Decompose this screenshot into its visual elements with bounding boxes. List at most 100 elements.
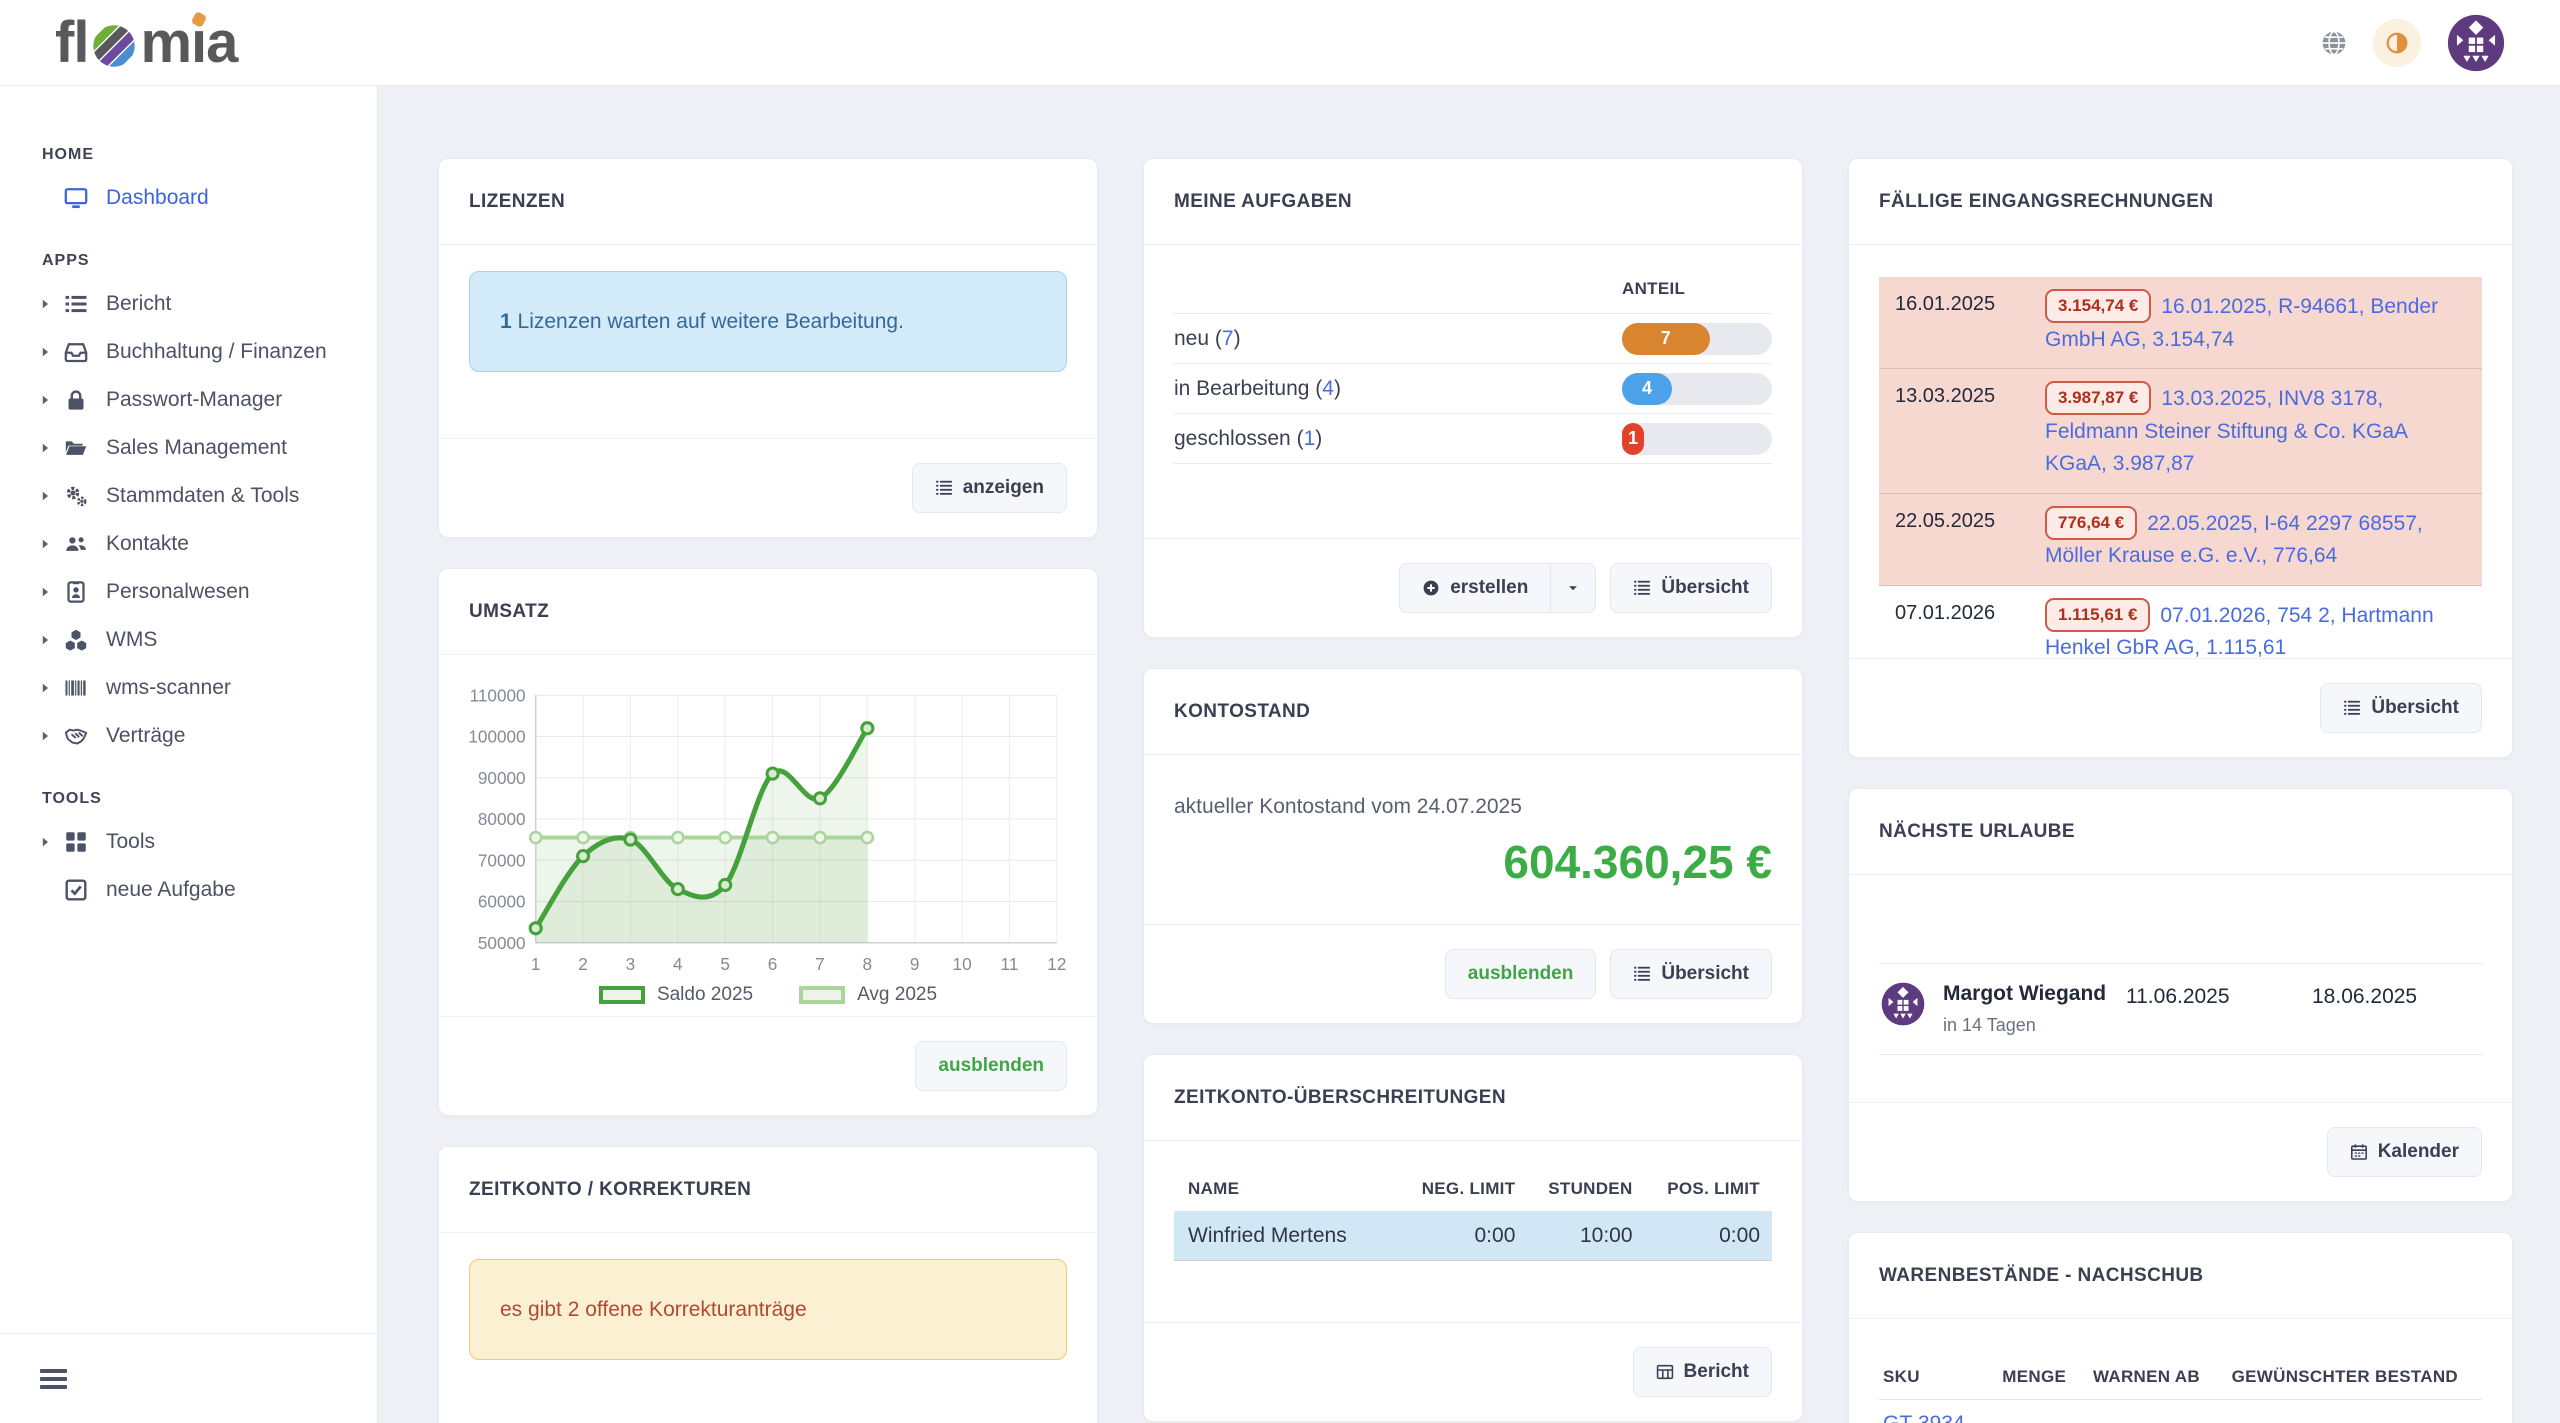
card-kontostand: KONTOSTAND aktueller Kontostand vom 24.0…: [1143, 668, 1803, 1024]
svg-text:6: 6: [768, 954, 778, 974]
monitor-icon: [64, 186, 88, 210]
sidebar-item-personalwesen[interactable]: Personalwesen: [0, 568, 377, 616]
sidebar-item-wms[interactable]: WMS: [0, 616, 377, 664]
task-count-link[interactable]: 1: [1304, 427, 1316, 450]
sidebar: HOME Dashboard APPS Bericht Buchhaltung …: [0, 86, 378, 1423]
sidebar-item-wms-scanner[interactable]: wms-scanner: [0, 664, 377, 712]
task-progress-bar: 7: [1622, 323, 1710, 355]
sidebar-item-stammdaten-tools[interactable]: Stammdaten & Tools: [0, 472, 377, 520]
caret-right-icon: [38, 393, 52, 407]
svg-text:90000: 90000: [478, 768, 526, 788]
invoice-row: 22.05.2025 776,64 €22.05.2025, I-64 2297…: [1879, 494, 2482, 586]
svg-text:3: 3: [626, 954, 636, 974]
identicon-avatar-icon: [2447, 14, 2505, 72]
korrekturen-warning-alert: es gibt 2 offene Korrekturanträge: [469, 1259, 1067, 1360]
card-warenbestaende-nachschub: WARENBESTÄNDE - NACHSCHUB SKU MENGE WARN…: [1848, 1232, 2513, 1423]
card-umsatz: UMSATZ 500006000070000800009000010000011…: [438, 568, 1098, 1116]
caret-right-icon: [38, 585, 52, 599]
cubes-icon: [64, 628, 88, 652]
hamburger-icon: [40, 1369, 67, 1389]
inbox-icon: [64, 340, 88, 364]
caret-right-icon: [38, 681, 52, 695]
caret-right-icon: [38, 297, 52, 311]
card-title-aufgaben: MEINE AUFGABEN: [1174, 191, 1352, 213]
erstellen-dropdown-button[interactable]: [1551, 563, 1596, 613]
sku-link[interactable]: GT-3934-52: [1883, 1412, 1972, 1423]
sidebar-item-passwort-manager[interactable]: Passwort-Manager: [0, 376, 377, 424]
task-row-neu: neu (7) 7: [1174, 314, 1772, 364]
caret-right-icon: [38, 633, 52, 647]
list-icon: [2343, 699, 2361, 717]
list-icon: [1633, 579, 1651, 597]
svg-text:110000: 110000: [470, 685, 526, 705]
logo-i: ı: [191, 9, 206, 76]
sidebar-section-home: HOME: [42, 146, 377, 164]
legend-swatch: [599, 986, 645, 1004]
caret-right-icon: [38, 537, 52, 551]
caret-right-icon: [38, 835, 52, 849]
kalender-button[interactable]: Kalender: [2327, 1127, 2482, 1177]
zeitkonto-table: NAME NEG. LIMIT STUNDEN POS. LIMIT Winfr…: [1174, 1167, 1772, 1261]
anzeigen-button[interactable]: anzeigen: [912, 463, 1067, 513]
topbar: fl m ı a: [0, 0, 2560, 86]
card-title-waren: WARENBESTÄNDE - NACHSCHUB: [1879, 1265, 2204, 1287]
svg-text:100000: 100000: [468, 727, 525, 747]
task-count-link[interactable]: 7: [1222, 327, 1234, 350]
sidebar-item-buchhaltung-finanzen[interactable]: Buchhaltung / Finanzen: [0, 328, 377, 376]
sidebar-item-bericht[interactable]: Bericht: [0, 280, 377, 328]
globe-icon[interactable]: [2321, 30, 2347, 56]
svg-text:12: 12: [1047, 954, 1066, 974]
card-zeitkonto-korrekturen: ZEITKONTO / KORREKTUREN es gibt 2 offene…: [438, 1146, 1098, 1423]
card-title-zeitkonto: ZEITKONTO-ÜBERSCHREITUNGEN: [1174, 1087, 1506, 1109]
user-avatar[interactable]: [2447, 14, 2505, 72]
invoice-row: 07.01.2026 1.115,61 €07.01.2026, 754 2, …: [1879, 586, 2482, 658]
svg-text:4: 4: [673, 954, 683, 974]
uebersicht-button[interactable]: Übersicht: [2320, 683, 2482, 733]
table-icon: [1656, 1363, 1674, 1381]
gears-icon: [64, 484, 88, 508]
card-zeitkonto-ueberschreitungen: ZEITKONTO-ÜBERSCHREITUNGEN NAME NEG. LIM…: [1143, 1054, 1803, 1422]
bericht-button[interactable]: Bericht: [1633, 1347, 1772, 1397]
erstellen-button[interactable]: erstellen: [1399, 563, 1551, 613]
plus-circle-icon: [1422, 579, 1440, 597]
dashboard-main: LIZENZEN 1 Lizenzen warten auf weitere B…: [378, 86, 2560, 1423]
svg-text:5: 5: [720, 954, 730, 974]
sidebar-collapse-button[interactable]: [0, 1333, 377, 1423]
sidebar-item-kontakte[interactable]: Kontakte: [0, 520, 377, 568]
svg-text:10: 10: [953, 954, 972, 974]
identicon-avatar-icon: [1881, 982, 1925, 1026]
sidebar-item-neue-aufgabe[interactable]: neue Aufgabe: [0, 866, 377, 914]
vacation-person-name: Margot Wiegand: [1943, 982, 2108, 1006]
legend-item-saldo[interactable]: Saldo 2025: [599, 984, 753, 1006]
invoice-due-date: 13.03.2025: [1895, 381, 2045, 408]
sidebar-item-dashboard[interactable]: Dashboard: [0, 174, 377, 222]
svg-text:8: 8: [863, 954, 873, 974]
kontostand-label: aktueller Kontostand vom 24.07.2025: [1174, 781, 1772, 819]
legend-item-avg[interactable]: Avg 2025: [799, 984, 937, 1006]
table-row[interactable]: Winfried Mertens 0:00 10:00 0:00: [1174, 1212, 1772, 1261]
chart-legend: Saldo 2025 Avg 2025: [465, 984, 1071, 1006]
sidebar-item-vertraege[interactable]: Verträge: [0, 712, 377, 760]
svg-text:7: 7: [815, 954, 825, 974]
svg-text:9: 9: [910, 954, 920, 974]
uebersicht-button[interactable]: Übersicht: [1610, 949, 1772, 999]
theme-toggle-button[interactable]: [2373, 19, 2421, 67]
uebersicht-button[interactable]: Übersicht: [1610, 563, 1772, 613]
vacation-row: Margot Wiegand in 14 Tagen 11.06.2025 18…: [1879, 963, 2482, 1055]
ausblenden-button[interactable]: ausblenden: [915, 1041, 1067, 1091]
topbar-actions: [2321, 14, 2505, 72]
ausblenden-button[interactable]: ausblenden: [1445, 949, 1597, 999]
invoice-row: 16.01.2025 3.154,74 €16.01.2025, R-94661…: [1879, 277, 2482, 369]
sidebar-item-sales-management[interactable]: Sales Management: [0, 424, 377, 472]
task-progress-track: 7: [1622, 323, 1772, 355]
sidebar-section-apps: APPS: [42, 252, 377, 270]
invoice-amount-badge: 1.115,61 €: [2045, 598, 2150, 632]
logo-o-icon: [91, 23, 137, 69]
svg-text:70000: 70000: [478, 850, 526, 870]
task-count-link[interactable]: 4: [1322, 377, 1334, 400]
sidebar-item-tools[interactable]: Tools: [0, 818, 377, 866]
svg-text:50000: 50000: [478, 933, 526, 953]
invoice-row: 13.03.2025 3.987,87 €13.03.2025, INV8 31…: [1879, 369, 2482, 494]
card-meine-aufgaben: MEINE AUFGABEN ANTEIL neu (7) 7 in Bearb…: [1143, 158, 1803, 638]
app-logo[interactable]: fl m ı a: [55, 9, 237, 76]
